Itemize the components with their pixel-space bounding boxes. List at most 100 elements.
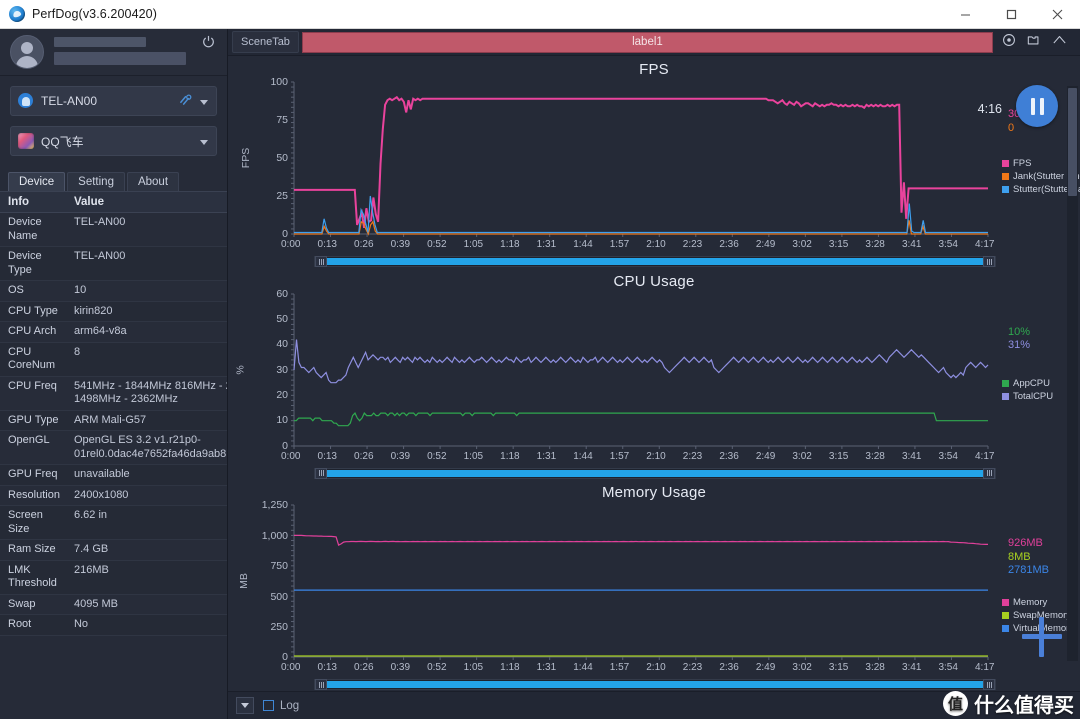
info-value: 10 <box>65 280 227 302</box>
info-key: Resolution <box>0 485 66 506</box>
chart-plot <box>291 293 989 449</box>
info-key: Root <box>0 614 66 636</box>
tab-device[interactable]: Device <box>8 172 66 191</box>
scene-tab-button[interactable]: SceneTab <box>232 31 299 53</box>
folder-icon[interactable] <box>1027 33 1041 52</box>
scrollbar-left-grip[interactable] <box>315 467 327 479</box>
log-checkbox-box[interactable] <box>263 700 274 711</box>
location-pin-icon[interactable] <box>1002 33 1016 52</box>
table-row[interactable]: Device Type TEL-AN00 <box>0 246 227 281</box>
table-row[interactable]: Ram Size 7.4 GB <box>0 539 227 561</box>
user-avatar-icon[interactable] <box>10 35 44 69</box>
app-icon <box>18 133 34 149</box>
x-tick-label: 4:17 <box>975 239 995 250</box>
x-tick-label: 1:05 <box>463 662 484 674</box>
table-row[interactable]: Root No <box>0 614 227 636</box>
scrollbar-track-fill[interactable] <box>327 681 983 689</box>
x-tick-label: 3:28 <box>865 662 885 674</box>
x-tick-label: 1:44 <box>573 239 593 250</box>
pause-button[interactable] <box>1016 85 1058 127</box>
table-row[interactable]: OpenGL OpenGL ES 3.2 v1.r21p0-01rel0.0dac… <box>0 430 227 465</box>
chevron-down-icon <box>200 100 208 105</box>
legend-swatch <box>1002 599 1009 607</box>
chart-time-scrollbar[interactable] <box>314 256 996 267</box>
scrollbar-left-grip[interactable] <box>315 256 327 267</box>
x-tick-label: 1:18 <box>500 239 520 250</box>
chart-time-scrollbar[interactable] <box>314 679 996 691</box>
table-row[interactable]: LMK Threshold 216MB <box>0 560 227 595</box>
x-tick-label: 3:02 <box>792 662 812 674</box>
legend-label: TotalCPU <box>1013 390 1054 402</box>
tab-setting[interactable]: Setting <box>67 172 125 191</box>
power-icon[interactable] <box>202 35 215 53</box>
info-key: CPU Arch <box>0 321 66 343</box>
scrollbar-track-fill[interactable] <box>327 469 983 477</box>
legend-item[interactable]: Memory <box>1002 597 1074 608</box>
scrollbar-left-grip[interactable] <box>315 679 327 691</box>
x-tick-label: 1:31 <box>536 662 557 674</box>
legend-swatch <box>1002 392 1009 400</box>
usb-link-icon[interactable] <box>178 93 193 109</box>
device-selector-label: TEL-AN00 <box>41 94 98 108</box>
cloud-icon[interactable] <box>1052 33 1067 52</box>
table-row[interactable]: Resolution 2400x1080 <box>0 485 227 506</box>
legend-item[interactable]: TotalCPU <box>1002 391 1053 402</box>
chart-readouts: 926MB 8MB 2781MB <box>1008 537 1049 578</box>
chart-legend: AppCPU TotalCPU <box>1002 378 1053 404</box>
scrollbar-right-grip[interactable] <box>983 256 995 267</box>
scrollbar-right-grip[interactable] <box>983 467 995 479</box>
x-tick-label: 3:41 <box>901 450 922 462</box>
legend-item[interactable]: AppCPU <box>1002 378 1053 389</box>
add-chart-button[interactable] <box>1022 617 1062 657</box>
info-value: TEL-AN00 <box>65 246 227 281</box>
device-selector[interactable]: TEL-AN00 <box>10 86 217 116</box>
android-device-icon <box>18 93 34 109</box>
app-selector-label: QQ飞车 <box>41 134 84 149</box>
x-tick-label: 2:23 <box>682 239 703 250</box>
device-info-table-wrapper: Info Value Device Name TEL-AN00 Device Typ… <box>0 191 227 719</box>
x-tick-label: 0:39 <box>390 239 411 250</box>
x-tick-label: 3:54 <box>938 239 958 250</box>
table-row[interactable]: Swap 4095 MB <box>0 594 227 615</box>
table-row[interactable]: CPU CoreNum 8 <box>0 342 227 377</box>
x-tick-label: 3:54 <box>938 662 958 674</box>
x-tick-label: 1:05 <box>463 450 484 462</box>
x-tick-label: 3:15 <box>828 450 849 462</box>
readout-value: 10% <box>1008 325 1031 338</box>
table-row[interactable]: GPU Freq unavailable <box>0 464 227 486</box>
chart-2: CPU Usage% 0 10 20 30 40 50 60 0:00 0:13 0:26 0:39 0… <box>228 268 1080 480</box>
session-timer: 4:16 <box>977 102 1002 116</box>
chart-plot <box>291 81 989 237</box>
x-tick-label: 3:54 <box>938 450 958 462</box>
tab-about[interactable]: About <box>126 172 180 191</box>
table-row[interactable]: Screen Size 6.62 in <box>0 505 227 540</box>
table-row[interactable]: CPU Freq541MHz - 1844MHz 816MHz - 2228MH… <box>0 376 227 411</box>
charts-vertical-scrollbar[interactable] <box>1067 86 1078 661</box>
maximize-button[interactable] <box>988 0 1034 29</box>
table-row[interactable]: CPU Type kirin820 <box>0 301 227 322</box>
minimize-button[interactable] <box>942 0 988 29</box>
x-tick-label: 0:13 <box>317 662 337 674</box>
log-checkbox[interactable]: Log <box>263 700 299 712</box>
main-panel: SceneTab label1 FPS FPS 0 25 50 75 100 0:0 <box>228 29 1080 719</box>
statusbar-dropdown-button[interactable] <box>236 697 254 714</box>
series-line <box>294 535 988 547</box>
table-row[interactable]: Device Name TEL-AN00 <box>0 212 227 247</box>
legend-swatch <box>1002 160 1009 167</box>
scene-label-bar[interactable]: label1 <box>301 31 993 53</box>
close-button[interactable] <box>1034 0 1080 29</box>
table-row[interactable]: GPU Type ARM Mali-G57 <box>0 410 227 431</box>
scrollbar-track-fill[interactable] <box>327 258 983 265</box>
scrollbar-right-grip[interactable] <box>983 679 995 691</box>
info-key: Swap <box>0 594 66 615</box>
device-info-table: Info Value Device Name TEL-AN00 Device Typ… <box>0 192 227 636</box>
app-selector[interactable]: QQ飞车 <box>10 126 217 156</box>
chevron-down-icon <box>200 140 208 145</box>
log-checkbox-label: Log <box>280 699 300 712</box>
chart-readouts: 10% 31% <box>1008 326 1030 353</box>
scrollbar-thumb[interactable] <box>1068 88 1077 196</box>
column-header-info: Info <box>0 192 66 213</box>
chart-time-scrollbar[interactable] <box>314 467 996 479</box>
table-row[interactable]: CPU Arch arm64-v8a <box>0 321 227 343</box>
table-row[interactable]: OS 10 <box>0 280 227 302</box>
